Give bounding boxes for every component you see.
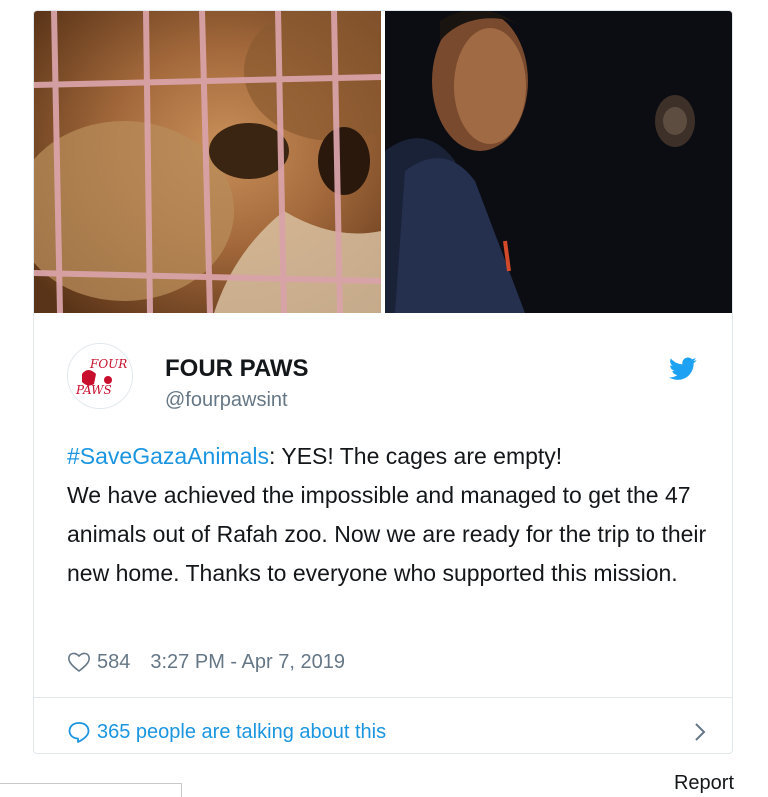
svg-text:FOUR: FOUR [89,357,127,371]
like-count[interactable]: 584 [97,651,130,674]
heart-icon[interactable] [67,651,91,673]
tweet-text-first-line: : YES! The cages are empty! [269,443,563,469]
tweet-timestamp[interactable]: 3:27 PM - Apr 7, 2019 [150,651,345,674]
man-portrait-image[interactable] [385,11,732,313]
divider [34,697,732,698]
tweet-media[interactable] [34,11,732,313]
tweet-text: #SaveGazaAnimals: YES! The cages are emp… [67,437,707,593]
report-link[interactable]: Report [674,772,734,795]
tweet-meta: 584 3:27 PM - Apr 7, 2019 [67,647,345,677]
svg-text:PAWS: PAWS [75,383,112,397]
twitter-bird-icon[interactable] [669,357,697,381]
display-name[interactable]: FOUR PAWS [165,355,309,383]
bottom-bar [0,783,182,797]
man-portrait-graphic [385,11,732,313]
lion-cage-image[interactable] [34,11,381,313]
tweet-text-body: We have achieved the impossible and mana… [67,482,707,586]
conversation-link[interactable]: 365 people are talking about this [67,717,707,747]
avatar[interactable]: FOUR PAWS [67,343,133,409]
chevron-right-icon[interactable] [693,721,707,743]
user-handle[interactable]: @fourpawsint [165,389,288,412]
conversation-label: 365 people are talking about this [97,720,387,743]
speech-bubble-icon [68,722,90,743]
tweet-card[interactable]: FOUR PAWS FOUR PAWS @fourpawsint #SaveGa… [33,10,733,754]
lion-cage-graphic [34,11,381,313]
four-paws-logo: FOUR PAWS [68,344,132,408]
tweet-header: FOUR PAWS FOUR PAWS @fourpawsint [67,343,707,413]
hashtag-link[interactable]: #SaveGazaAnimals [67,443,269,469]
